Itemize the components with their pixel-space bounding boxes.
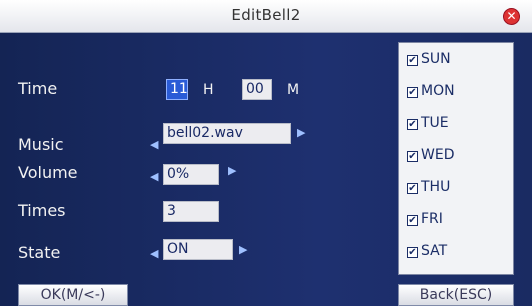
window-title: EditBell2 xyxy=(231,6,301,24)
times-input[interactable]: 3 xyxy=(163,201,219,222)
day-label: SUN xyxy=(421,51,451,67)
day-checkbox-fri[interactable]: ✔ FRI xyxy=(407,211,443,227)
day-label: THU xyxy=(421,179,451,195)
check-icon: ✔ xyxy=(407,55,418,66)
check-icon: ✔ xyxy=(407,247,418,258)
day-label: MON xyxy=(421,83,455,99)
back-button[interactable]: Back(ESC) xyxy=(398,284,514,306)
day-checkbox-wed[interactable]: ✔ WED xyxy=(407,147,454,163)
state-select[interactable]: ON xyxy=(163,239,233,260)
ok-button[interactable]: OK(M/<-) xyxy=(18,284,128,306)
music-next-arrow-icon[interactable]: ▶ xyxy=(297,126,305,139)
day-label: FRI xyxy=(421,211,443,227)
title-bar: EditBell2 ✕ xyxy=(0,0,532,33)
check-icon: ✔ xyxy=(407,151,418,162)
music-label: Music xyxy=(18,135,64,154)
day-checkbox-thu[interactable]: ✔ THU xyxy=(407,179,450,195)
edit-bell-panel: Time 11 H 00 M Music ◀ bell02.wav ▶ Volu… xyxy=(0,33,532,306)
close-icon[interactable]: ✕ xyxy=(503,8,520,25)
hour-input[interactable]: 11 xyxy=(166,79,188,100)
hour-unit-label: H xyxy=(203,82,214,98)
volume-prev-arrow-icon[interactable]: ◀ xyxy=(150,170,158,183)
times-label: Times xyxy=(18,201,66,220)
music-select[interactable]: bell02.wav xyxy=(163,123,291,144)
volume-select[interactable]: 0% xyxy=(163,164,219,185)
check-icon: ✔ xyxy=(407,87,418,98)
time-label: Time xyxy=(18,79,58,98)
weekday-list: ✔ SUN ✔ MON ✔ TUE ✔ WED ✔ THU ✔ FRI ✔ SAT xyxy=(398,42,514,275)
state-next-arrow-icon[interactable]: ▶ xyxy=(239,243,247,256)
check-icon: ✔ xyxy=(407,119,418,130)
day-checkbox-sat[interactable]: ✔ SAT xyxy=(407,243,447,259)
day-checkbox-tue[interactable]: ✔ TUE xyxy=(407,115,449,131)
day-label: WED xyxy=(421,147,455,163)
state-label: State xyxy=(18,243,61,262)
day-checkbox-sun[interactable]: ✔ SUN xyxy=(407,51,451,67)
day-label: TUE xyxy=(421,115,449,131)
day-checkbox-mon[interactable]: ✔ MON xyxy=(407,83,455,99)
minute-input[interactable]: 00 xyxy=(242,79,272,100)
volume-label: Volume xyxy=(18,163,78,182)
minute-unit-label: M xyxy=(287,82,300,98)
volume-next-arrow-icon[interactable]: ▶ xyxy=(228,164,236,177)
check-icon: ✔ xyxy=(407,215,418,226)
check-icon: ✔ xyxy=(407,183,418,194)
state-prev-arrow-icon[interactable]: ◀ xyxy=(150,247,158,260)
day-label: SAT xyxy=(421,243,448,259)
music-prev-arrow-icon[interactable]: ◀ xyxy=(150,138,158,151)
